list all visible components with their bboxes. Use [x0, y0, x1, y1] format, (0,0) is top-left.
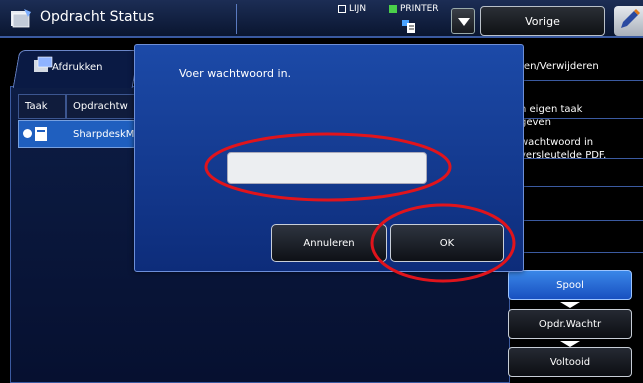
cancel-button-label: Annuleren [303, 237, 355, 249]
ok-button[interactable]: OK [390, 224, 504, 262]
job-status-icon [11, 9, 31, 28]
printer-queue-icon [402, 20, 415, 33]
column-header-taak: Taak [18, 94, 66, 119]
line-indicator: LIJN [338, 4, 366, 14]
cancel-button[interactable]: Annuleren [271, 224, 387, 262]
divider [518, 118, 643, 119]
back-button-label: Vorige [525, 14, 560, 28]
spool-button-label: Spool [556, 279, 584, 291]
job-name: SharpdeskM [73, 129, 135, 140]
divider [518, 252, 643, 253]
menu-item-pdf-password[interactable]: wachtwoord in versleutelde PDF. [520, 123, 606, 162]
menu-item-delete[interactable]: ten/Verwijderen [520, 60, 599, 73]
table-row[interactable]: SharpdeskM [18, 120, 138, 148]
edit-button[interactable] [614, 6, 643, 36]
line-status-icon [338, 5, 346, 13]
printer-indicator-label: PRINTER [400, 4, 439, 14]
title-divider [236, 4, 237, 34]
password-dialog: Voer wachtwoord in. Annuleren OK [134, 44, 524, 272]
printer-indicator: PRINTER [389, 4, 439, 14]
divider [518, 220, 643, 221]
completed-button-label: Voltooid [549, 356, 591, 368]
divider [518, 158, 643, 159]
job-queue-button-label: Opdr.Wachtr [538, 318, 602, 330]
dialog-prompt: Voer wachtwoord in. [179, 67, 292, 80]
spool-button[interactable]: Spool [508, 270, 632, 300]
divider [518, 186, 643, 187]
printer-status-icon [389, 5, 397, 13]
print-icon [34, 56, 53, 72]
pen-icon [621, 9, 640, 28]
line-indicator-label: LIJN [349, 4, 367, 14]
arrow-down-icon [560, 302, 580, 308]
document-icon [35, 127, 47, 141]
column-header-label: Taak [25, 101, 48, 112]
column-header-opdracht: Opdrachtw [66, 94, 138, 119]
selected-check-icon [23, 129, 32, 138]
tab-label: Afdrukken [52, 62, 103, 73]
menu-item-label: ten/Verwijderen [520, 61, 599, 72]
divider [518, 80, 643, 81]
ok-button-label: OK [439, 237, 455, 249]
job-queue-button[interactable]: Opdr.Wachtr [508, 309, 632, 339]
back-button[interactable]: Vorige [480, 6, 605, 36]
column-header-label: Opdrachtw [73, 101, 128, 112]
page-title: Opdracht Status [40, 9, 155, 25]
job-queue-dropdown-button[interactable] [451, 8, 475, 34]
top-bar: Opdracht Status LIJN PRINTER Vorige [0, 0, 643, 38]
completed-button[interactable]: Voltooid [508, 347, 632, 377]
password-input[interactable] [227, 152, 427, 184]
